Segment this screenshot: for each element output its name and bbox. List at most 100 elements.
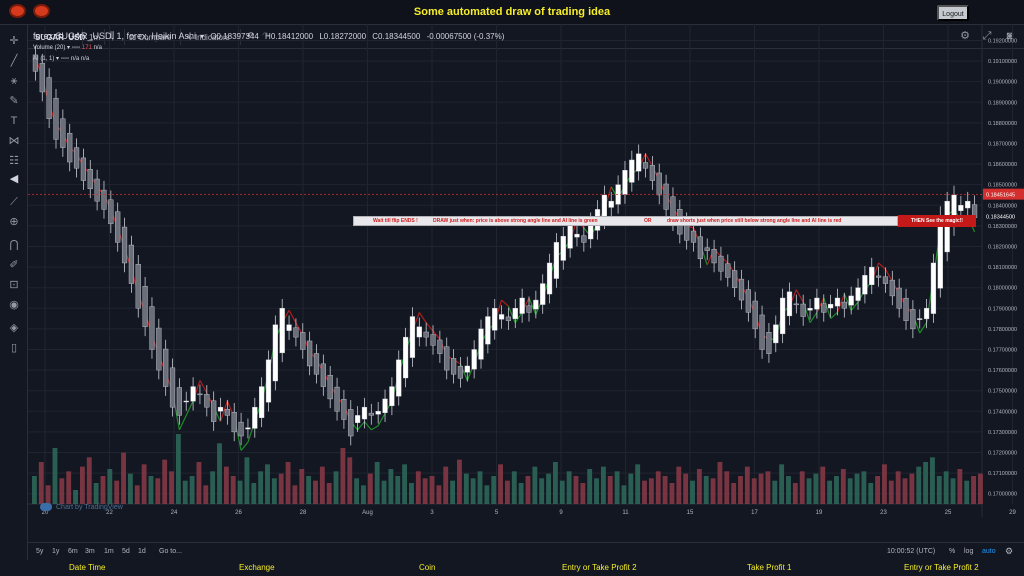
candle [663,183,669,210]
tf-1d[interactable]: 1d [138,548,146,555]
volume-bar [930,457,935,504]
crosshair-icon[interactable]: ✛ [7,34,21,48]
time-tick-label: 11 [622,510,629,516]
tf-1m[interactable]: 1m [104,548,114,555]
candle [718,255,724,272]
candle [361,406,368,420]
volume-bar [182,480,188,504]
price-chart[interactable]: 0.19200000 0.19100000 0.19000000 0.18900000… [28,24,1024,517]
ai-line-segment [418,312,427,324]
ai-line-segment [185,400,194,416]
price-tick-label: 0.18200000 [988,244,1017,250]
trash-icon[interactable]: ▯ [7,341,21,355]
goto-button[interactable]: Go to... [159,548,182,555]
eye-icon[interactable]: ◉ [7,298,21,312]
volume-bar [902,478,908,504]
trend-line-icon[interactable]: ╱ [7,54,21,68]
scale-settings-icon[interactable]: ⚙ [1005,546,1013,557]
price-tick-label: 0.17800000 [988,327,1017,333]
volume-bar [340,448,346,504]
tf-5y[interactable]: 5y [36,548,43,555]
volume-bar [66,471,72,504]
volume-bar [271,478,277,504]
candle [780,297,786,335]
candle [656,172,662,196]
percent-toggle[interactable]: % [949,548,955,555]
price-marker-red-label: 0.18451645 [986,193,1015,199]
candle [464,365,470,373]
candle [46,77,52,119]
candle [245,427,251,430]
tf-1y[interactable]: 1y [52,548,59,555]
candle [745,289,751,313]
volume-bar [559,480,565,504]
prediction-icon[interactable]: ☷ [7,154,21,168]
volume-bar [799,471,805,504]
volume-bar [779,464,785,504]
candle [450,358,457,375]
candle [471,349,477,370]
layers-icon[interactable]: ◈ [7,321,21,335]
volume-bar [648,478,654,504]
annotation-callout: THEN See the magic!! [898,215,976,227]
log-toggle[interactable]: log [964,548,973,555]
volume-bar [189,476,195,504]
fib-icon[interactable]: ⚹ [7,74,21,88]
price-tick-label: 0.17200000 [988,450,1017,456]
col-date-time: Date Time [69,563,106,572]
candle [636,153,642,172]
signal-table-header: Date Time Exchange Coin Entry or Take Pr… [0,560,1024,576]
volume-bar [52,448,58,504]
col-coin: Coin [419,563,436,572]
ruler-icon[interactable]: ⟋ [7,195,21,209]
volume-bar [532,466,538,504]
candle [869,266,875,285]
zoom-icon[interactable]: ⊕ [7,215,21,229]
candle [622,170,628,195]
back-arrow-icon[interactable]: ◀ [7,172,21,186]
candle [368,412,374,416]
tradingview-watermark[interactable]: Chart by TradingView [40,503,123,511]
candle [711,248,717,264]
candle [821,303,827,313]
candle [882,276,889,284]
legend-low: L0.18272000 [319,32,367,41]
legend-title[interactable]: forex:SUGAR_USD, 1, forex, Heikin Ashi [33,31,196,41]
legend-change: -0.00067500 (-0.37%) [426,32,505,41]
volume-bar [333,471,339,504]
volume-bar [724,471,730,504]
ai-line-segment [288,310,297,324]
lock-icon[interactable]: ⊡ [7,278,21,292]
candle [862,275,868,295]
volume-bar [491,476,497,504]
text-icon[interactable]: T [7,114,21,128]
magnet-icon[interactable]: ⋂ [7,238,21,252]
volume-bar [148,476,154,504]
time-tick-label: 28 [300,510,307,516]
candle [238,421,244,437]
volume-bar [326,483,332,504]
tf-5d[interactable]: 5d [122,548,130,555]
brush-icon[interactable]: ✎ [7,94,21,108]
tf-6m[interactable]: 6m [68,548,78,555]
tf-3m[interactable]: 3m [85,548,95,555]
stay-drawing-icon[interactable]: ✐ [7,258,21,272]
auto-toggle[interactable]: auto [982,548,996,555]
volume-bar [888,480,894,504]
candle [300,332,306,350]
candle [423,331,429,338]
ai-line-segment [178,415,187,431]
pattern-icon[interactable]: ⋈ [7,134,21,148]
legend-dropdown-icon[interactable]: ▾ [200,32,204,41]
volume-bar [943,471,949,504]
logout-button[interactable]: Logout [937,5,969,21]
candle [814,297,820,310]
volume-bar [594,478,599,504]
volume-bar [655,471,661,504]
volume-bar [86,457,92,504]
volume-bar [169,471,174,504]
volume-bar [834,476,839,504]
volume-bar [813,473,819,504]
volume-bar [765,471,771,504]
price-tick-label: 0.17700000 [988,347,1017,353]
